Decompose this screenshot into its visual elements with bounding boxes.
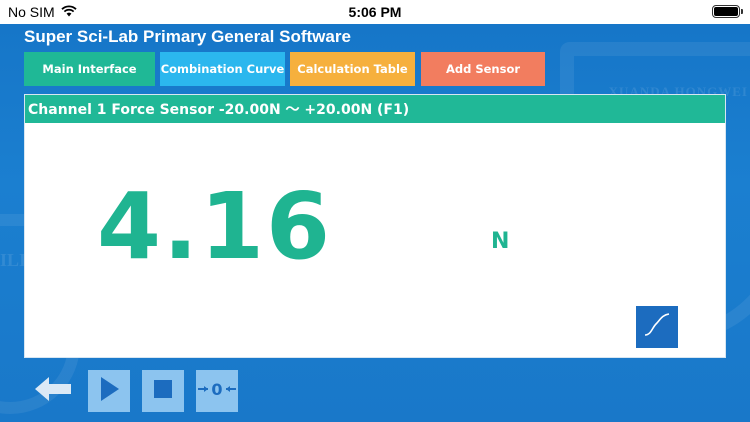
curve-chart-icon bbox=[642, 310, 672, 344]
play-button[interactable] bbox=[88, 370, 130, 412]
sensor-reading-value: 4.16 bbox=[97, 173, 332, 280]
battery-icon bbox=[712, 5, 743, 18]
main-interface-button[interactable]: Main Interface bbox=[24, 52, 155, 86]
background-watermark-left: ILI bbox=[0, 250, 27, 270]
calculation-table-button[interactable]: Calculation Table bbox=[290, 52, 415, 86]
stop-icon bbox=[153, 379, 173, 403]
add-sensor-button[interactable]: Add Sensor bbox=[421, 52, 545, 86]
combination-curve-button[interactable]: Combination Curve bbox=[160, 52, 285, 86]
sensor-panel: Channel 1 Force Sensor -20.00N ～ +20.00N… bbox=[24, 94, 726, 358]
channel-header: Channel 1 Force Sensor -20.00N ～ +20.00N… bbox=[25, 95, 725, 125]
sensor-reading-unit: N bbox=[491, 229, 510, 254]
app-title: Super Sci-Lab Primary General Software bbox=[24, 27, 351, 46]
zero-calibrate-icon: 0 bbox=[197, 378, 237, 404]
play-icon bbox=[97, 375, 121, 407]
svg-text:0: 0 bbox=[211, 380, 222, 399]
zero-calibrate-button[interactable]: 0 bbox=[196, 370, 238, 412]
stop-button[interactable] bbox=[142, 370, 184, 412]
app-window: XUANDA HONGWEI ILI Super Sci-Lab Primary… bbox=[0, 24, 750, 422]
back-button[interactable] bbox=[32, 370, 74, 412]
back-arrow-icon bbox=[33, 375, 73, 407]
status-time: 5:06 PM bbox=[348, 4, 402, 20]
curve-chart-button[interactable] bbox=[636, 306, 678, 348]
status-bar: No SIM 5:06 PM bbox=[0, 0, 750, 24]
